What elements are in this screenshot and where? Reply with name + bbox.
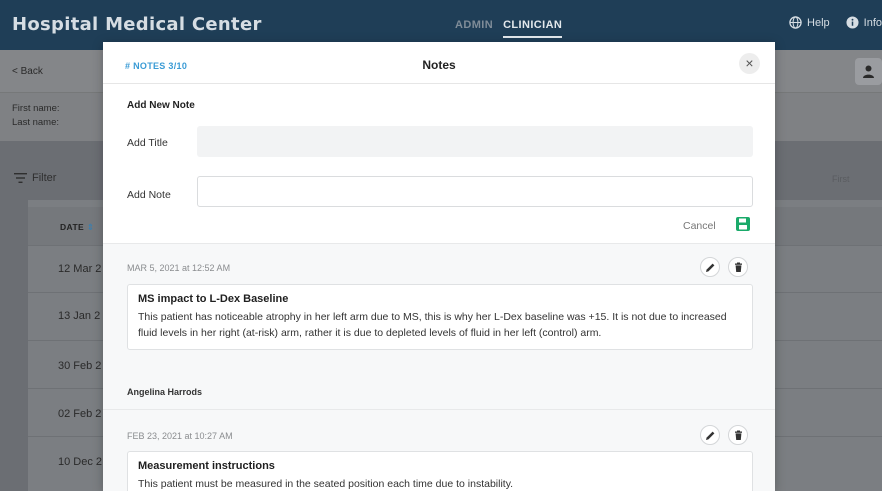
close-icon: × xyxy=(745,55,754,71)
filter-icon xyxy=(14,173,27,183)
title-input[interactable] xyxy=(197,126,753,157)
info-link[interactable]: Info xyxy=(846,16,882,29)
note-timestamp: FEB 23, 2021 at 10:27 AM xyxy=(127,431,233,441)
tab-clinician[interactable]: CLINICIAN xyxy=(503,19,563,38)
cancel-button[interactable]: Cancel xyxy=(683,220,716,232)
globe-icon xyxy=(789,16,802,29)
row-date: 12 Mar 2 xyxy=(58,263,102,275)
tab-admin[interactable]: ADMIN xyxy=(455,19,493,38)
modal-title: Notes xyxy=(422,58,456,72)
info-icon xyxy=(846,16,859,29)
note-title: Measurement instructions xyxy=(138,460,275,472)
note-title: MS impact to L-Dex Baseline xyxy=(138,293,289,305)
save-icon[interactable] xyxy=(736,217,750,231)
pencil-icon xyxy=(706,263,715,272)
top-links: Help Info xyxy=(789,16,882,29)
note-content: Measurement instructions This patient mu… xyxy=(127,451,753,491)
last-name-label: Last name: xyxy=(12,117,59,128)
add-note-heading: Add New Note xyxy=(127,100,195,111)
notes-modal: # NOTES 3/10 Notes × Add New Note Add Ti… xyxy=(103,42,775,491)
notes-list: MAR 5, 2021 at 12:52 AM MS impact to L-D… xyxy=(103,243,775,491)
row-date: 10 Dec 2 xyxy=(58,456,103,468)
row-date: 02 Feb 2 xyxy=(58,408,102,420)
row-date: 13 Jan 2 xyxy=(58,310,101,322)
sort-icon: ⇕ xyxy=(86,222,95,232)
note-label: Add Note xyxy=(127,189,171,201)
edit-button[interactable] xyxy=(700,257,720,277)
delete-button[interactable] xyxy=(728,425,748,445)
note-text: This patient must be measured in the sea… xyxy=(138,478,514,490)
trash-icon xyxy=(735,262,742,272)
modal-header: # NOTES 3/10 Notes × xyxy=(103,42,775,84)
filter-button[interactable]: Filter xyxy=(14,172,56,184)
help-label: Help xyxy=(807,16,830,29)
note-item: FEB 23, 2021 at 10:27 AM Measurement ins… xyxy=(103,409,775,491)
user-button[interactable] xyxy=(855,58,882,85)
date-column-header[interactable]: DATE ⇕ xyxy=(60,222,94,233)
note-timestamp: MAR 5, 2021 at 12:52 AM xyxy=(127,263,231,273)
delete-button[interactable] xyxy=(728,257,748,277)
help-link[interactable]: Help xyxy=(789,16,830,29)
row-date: 30 Feb 2 xyxy=(58,360,102,372)
info-label: Info xyxy=(863,16,882,29)
note-input[interactable] xyxy=(197,176,753,207)
date-header-label: DATE xyxy=(60,222,85,232)
close-button[interactable]: × xyxy=(739,53,760,74)
trash-icon xyxy=(735,430,742,440)
pencil-icon xyxy=(706,431,715,440)
title-label: Add Title xyxy=(127,137,168,149)
back-button[interactable]: < Back xyxy=(12,66,43,77)
role-tabs: ADMIN CLINICIAN xyxy=(455,19,563,38)
add-note-section xyxy=(103,85,775,243)
note-author: Angelina Harrods xyxy=(127,387,203,397)
filter-label: Filter xyxy=(32,172,57,184)
app-title: Hospital Medical Center xyxy=(12,14,262,35)
user-icon xyxy=(863,65,874,78)
note-text: This patient has noticeable atrophy in h… xyxy=(138,311,727,339)
sort-select[interactable]: First xyxy=(832,174,850,184)
first-name-label: First name: xyxy=(12,103,60,114)
edit-button[interactable] xyxy=(700,425,720,445)
note-item: MAR 5, 2021 at 12:52 AM MS impact to L-D… xyxy=(103,243,775,409)
note-content: MS impact to L-Dex Baseline This patient… xyxy=(127,284,753,350)
